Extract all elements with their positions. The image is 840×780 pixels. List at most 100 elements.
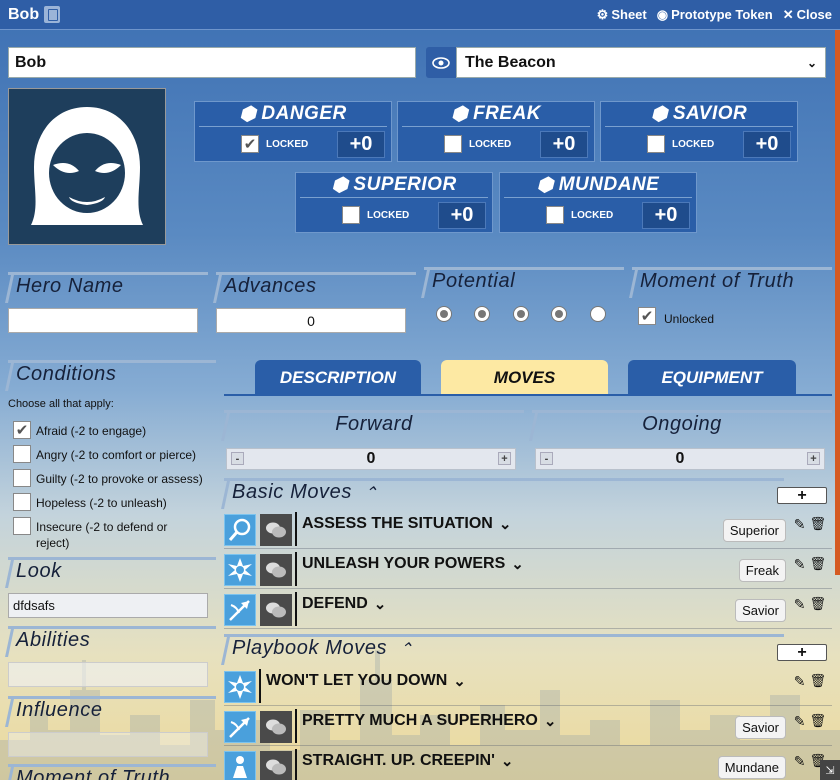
- magnifier-icon[interactable]: [224, 514, 256, 546]
- avatar[interactable]: [8, 88, 166, 245]
- edit-icon[interactable]: ✎: [794, 673, 806, 690]
- chevron-down-icon[interactable]: ⌄: [544, 712, 557, 730]
- add-basic-move-button[interactable]: +: [777, 487, 827, 504]
- document-id-icon[interactable]: [44, 6, 61, 23]
- stat-header[interactable]: ⬢ SAVIOR: [605, 102, 793, 127]
- chevron-up-icon[interactable]: ⌃: [399, 641, 413, 658]
- move-name[interactable]: WON'T LET YOU DOWN ⌄: [266, 672, 466, 690]
- chat-icon[interactable]: [260, 711, 292, 743]
- edit-icon[interactable]: ✎: [794, 753, 806, 770]
- chevron-down-icon[interactable]: ⌄: [499, 515, 512, 533]
- power-burst-icon[interactable]: [224, 671, 256, 703]
- stat-modifier-button[interactable]: +0: [438, 201, 486, 229]
- sneak-icon[interactable]: [224, 751, 256, 780]
- forward-value[interactable]: 0: [367, 450, 376, 468]
- potential-radio-3[interactable]: [513, 306, 529, 322]
- advances-input[interactable]: 0: [216, 308, 406, 333]
- sheet-config-button[interactable]: ⚙ Sheet: [597, 7, 647, 23]
- trash-icon[interactable]: 🗑: [809, 516, 826, 533]
- power-burst-icon[interactable]: [224, 554, 256, 586]
- trash-icon[interactable]: 🗑: [809, 673, 826, 690]
- stat-modifier-button[interactable]: +0: [540, 130, 588, 158]
- forward-increment-button[interactable]: +: [498, 452, 511, 465]
- move-name[interactable]: STRAIGHT. UP. CREEPIN' ⌄: [302, 752, 513, 770]
- condition-checkbox[interactable]: [13, 517, 31, 535]
- stat-header[interactable]: ⬢ FREAK: [402, 102, 590, 127]
- potential-radio-1[interactable]: [436, 306, 452, 322]
- trash-icon[interactable]: 🗑: [809, 596, 826, 613]
- potential-radio-4[interactable]: [551, 306, 567, 322]
- abilities-input[interactable]: [8, 662, 208, 687]
- potential-radio-2[interactable]: [474, 306, 490, 322]
- window-titlebar[interactable]: Bob ⚙ Sheet ◉ Prototype Token ✕ Close: [0, 0, 840, 30]
- condition-checkbox[interactable]: ✔: [13, 421, 31, 439]
- stat-header[interactable]: ⬢ MUNDANE: [504, 173, 692, 198]
- scrollbar[interactable]: [835, 30, 840, 575]
- add-playbook-move-button[interactable]: +: [777, 644, 827, 661]
- edit-icon[interactable]: ✎: [794, 713, 806, 730]
- chevron-down-icon[interactable]: ⌄: [374, 595, 387, 613]
- potential-radio-5[interactable]: [590, 306, 606, 322]
- move-name[interactable]: DEFEND ⌄: [302, 595, 386, 613]
- condition-checkbox[interactable]: [13, 445, 31, 463]
- stat-locked-checkbox[interactable]: [546, 206, 564, 224]
- stat-modifier-button[interactable]: +0: [743, 130, 791, 158]
- stat-header[interactable]: ⬢ DANGER: [199, 102, 387, 127]
- stat-header[interactable]: ⬢ SUPERIOR: [300, 173, 488, 198]
- shield-arrow-icon[interactable]: [224, 711, 256, 743]
- character-name-input[interactable]: Bob: [8, 47, 416, 78]
- basic-moves-header[interactable]: Basic Moves ⌃: [224, 478, 784, 506]
- stat-locked-checkbox[interactable]: ✔: [241, 135, 259, 153]
- prototype-token-button[interactable]: ◉ Prototype Token: [657, 7, 773, 23]
- moment-of-truth-checkbox[interactable]: ✔: [638, 307, 656, 325]
- stat-locked-label: LOCKED: [672, 138, 715, 150]
- tab-equipment[interactable]: EQUIPMENT: [628, 360, 796, 396]
- move-name[interactable]: UNLEASH YOUR POWERS ⌄: [302, 555, 524, 573]
- trash-icon[interactable]: 🗑: [809, 556, 826, 573]
- playbook-view-button[interactable]: [426, 47, 456, 78]
- resize-handle[interactable]: ⇲: [820, 760, 840, 780]
- chevron-up-icon[interactable]: ⌃: [364, 485, 378, 502]
- stat-modifier-button[interactable]: +0: [642, 201, 690, 229]
- stat-row: LOCKED +0: [296, 198, 492, 232]
- tab-moves[interactable]: MOVES: [441, 360, 608, 396]
- chat-icon[interactable]: [260, 751, 292, 780]
- stat-modifier-button[interactable]: +0: [337, 130, 385, 158]
- forward-decrement-button[interactable]: -: [231, 452, 244, 465]
- dice-icon: ⬢: [536, 174, 554, 196]
- moment-of-truth-header: Moment of Truth: [632, 267, 832, 295]
- look-input[interactable]: dfdsafs: [8, 593, 208, 618]
- user-circle-icon: ◉: [656, 6, 669, 22]
- tab-description[interactable]: DESCRIPTION: [255, 360, 421, 396]
- chat-icon[interactable]: [260, 594, 292, 626]
- edit-icon[interactable]: ✎: [794, 516, 806, 533]
- condition-checkbox[interactable]: [13, 493, 31, 511]
- hero-name-input[interactable]: [8, 308, 198, 333]
- edit-icon[interactable]: ✎: [794, 596, 806, 613]
- influence-input[interactable]: [8, 732, 208, 757]
- trash-icon[interactable]: 🗑: [809, 713, 826, 730]
- close-button[interactable]: ✕ Close: [783, 7, 832, 23]
- condition-checkbox[interactable]: [13, 469, 31, 487]
- chevron-down-icon[interactable]: ⌄: [501, 752, 514, 770]
- ongoing-increment-button[interactable]: +: [807, 452, 820, 465]
- edit-icon[interactable]: ✎: [794, 556, 806, 573]
- stat-locked-label: LOCKED: [367, 209, 410, 221]
- chat-icon[interactable]: [260, 514, 292, 546]
- playbook-moves-header[interactable]: Playbook Moves ⌃: [224, 634, 784, 662]
- move-name[interactable]: PRETTY MUCH A SUPERHERO ⌄: [302, 712, 556, 730]
- ongoing-decrement-button[interactable]: -: [540, 452, 553, 465]
- chevron-down-icon[interactable]: ⌄: [511, 555, 524, 573]
- condition-label: Guilty (-2 to provoke or assess): [36, 472, 203, 486]
- move-name[interactable]: ASSESS THE SITUATION ⌄: [302, 515, 511, 533]
- move-title: WON'T LET YOU DOWN: [266, 672, 448, 689]
- chevron-down-icon[interactable]: ⌄: [453, 672, 466, 690]
- playbook-select[interactable]: The Beacon ⌄: [456, 47, 826, 78]
- chat-icon[interactable]: [260, 554, 292, 586]
- stat-locked-checkbox[interactable]: [444, 135, 462, 153]
- ongoing-counter: - 0 +: [535, 448, 825, 470]
- ongoing-value[interactable]: 0: [676, 450, 685, 468]
- stat-locked-checkbox[interactable]: [647, 135, 665, 153]
- stat-locked-checkbox[interactable]: [342, 206, 360, 224]
- shield-arrow-icon[interactable]: [224, 594, 256, 626]
